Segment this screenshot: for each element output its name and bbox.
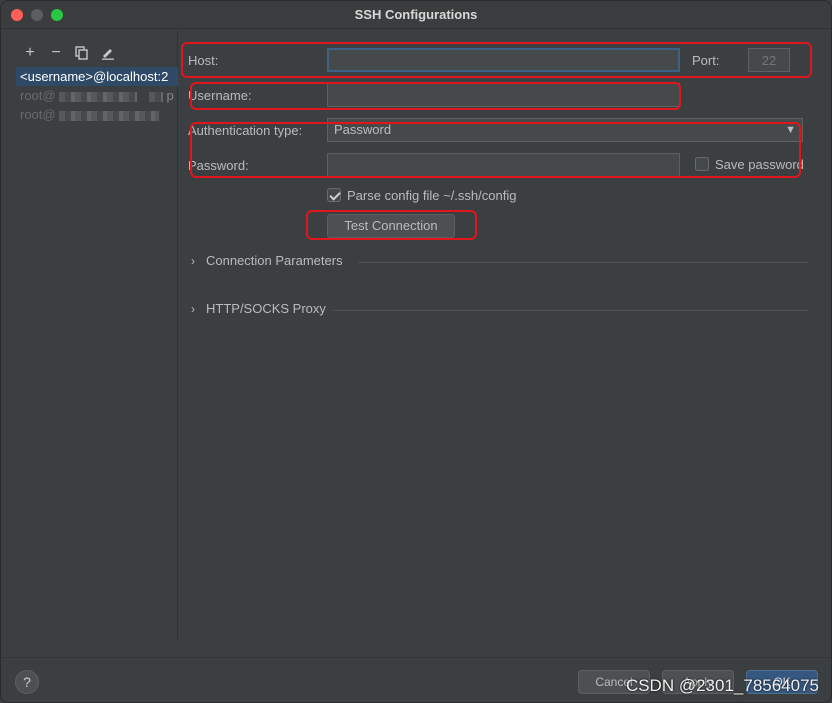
section-divider — [358, 262, 808, 263]
configuration-list: <username>@localhost:2 root@ p root@ — [16, 67, 178, 124]
title-bar: SSH Configurations — [1, 1, 831, 29]
list-item[interactable]: <username>@localhost:2 — [16, 67, 178, 86]
list-item-label: root@ — [20, 88, 56, 103]
section-title: Connection Parameters — [206, 253, 343, 268]
dialog-footer: ? Cancel Apply OK CSDN @2301_78564075 — [1, 657, 831, 702]
redacted-text — [148, 91, 163, 102]
chevron-right-icon: › — [191, 302, 195, 316]
section-divider — [333, 310, 808, 311]
list-item-label: root@ — [20, 107, 56, 122]
section-title: HTTP/SOCKS Proxy — [206, 301, 326, 316]
sidebar: + − <username>@localhost:2 root@ p root@ — [1, 30, 178, 640]
remove-icon[interactable]: − — [47, 44, 65, 62]
copy-icon[interactable] — [73, 44, 91, 62]
ssh-configurations-dialog: SSH Configurations + − <username>@localh… — [0, 0, 832, 703]
list-item-label: <username>@localhost:2 — [20, 69, 169, 84]
highlight-box — [306, 210, 477, 240]
highlight-box — [181, 42, 812, 78]
connection-parameters-section[interactable]: › Connection Parameters — [191, 253, 808, 271]
watermark: CSDN @2301_78564075 — [625, 676, 819, 695]
add-icon[interactable]: + — [21, 44, 39, 62]
help-button[interactable]: ? — [15, 670, 39, 694]
list-item[interactable]: root@ p — [16, 86, 178, 105]
parse-config-label: Parse config file ~/.ssh/config — [347, 188, 517, 203]
redacted-text — [59, 110, 160, 121]
edit-icon[interactable] — [99, 44, 117, 62]
chevron-right-icon: › — [191, 254, 195, 268]
highlight-box — [190, 122, 801, 178]
list-item[interactable]: root@ — [16, 105, 178, 124]
highlight-box — [190, 82, 681, 110]
list-item-suffix: p — [166, 88, 174, 103]
window-title: SSH Configurations — [354, 7, 478, 22]
parse-config-checkbox[interactable] — [327, 188, 341, 202]
redacted-text — [59, 91, 138, 102]
http-socks-proxy-section[interactable]: › HTTP/SOCKS Proxy — [191, 301, 808, 319]
